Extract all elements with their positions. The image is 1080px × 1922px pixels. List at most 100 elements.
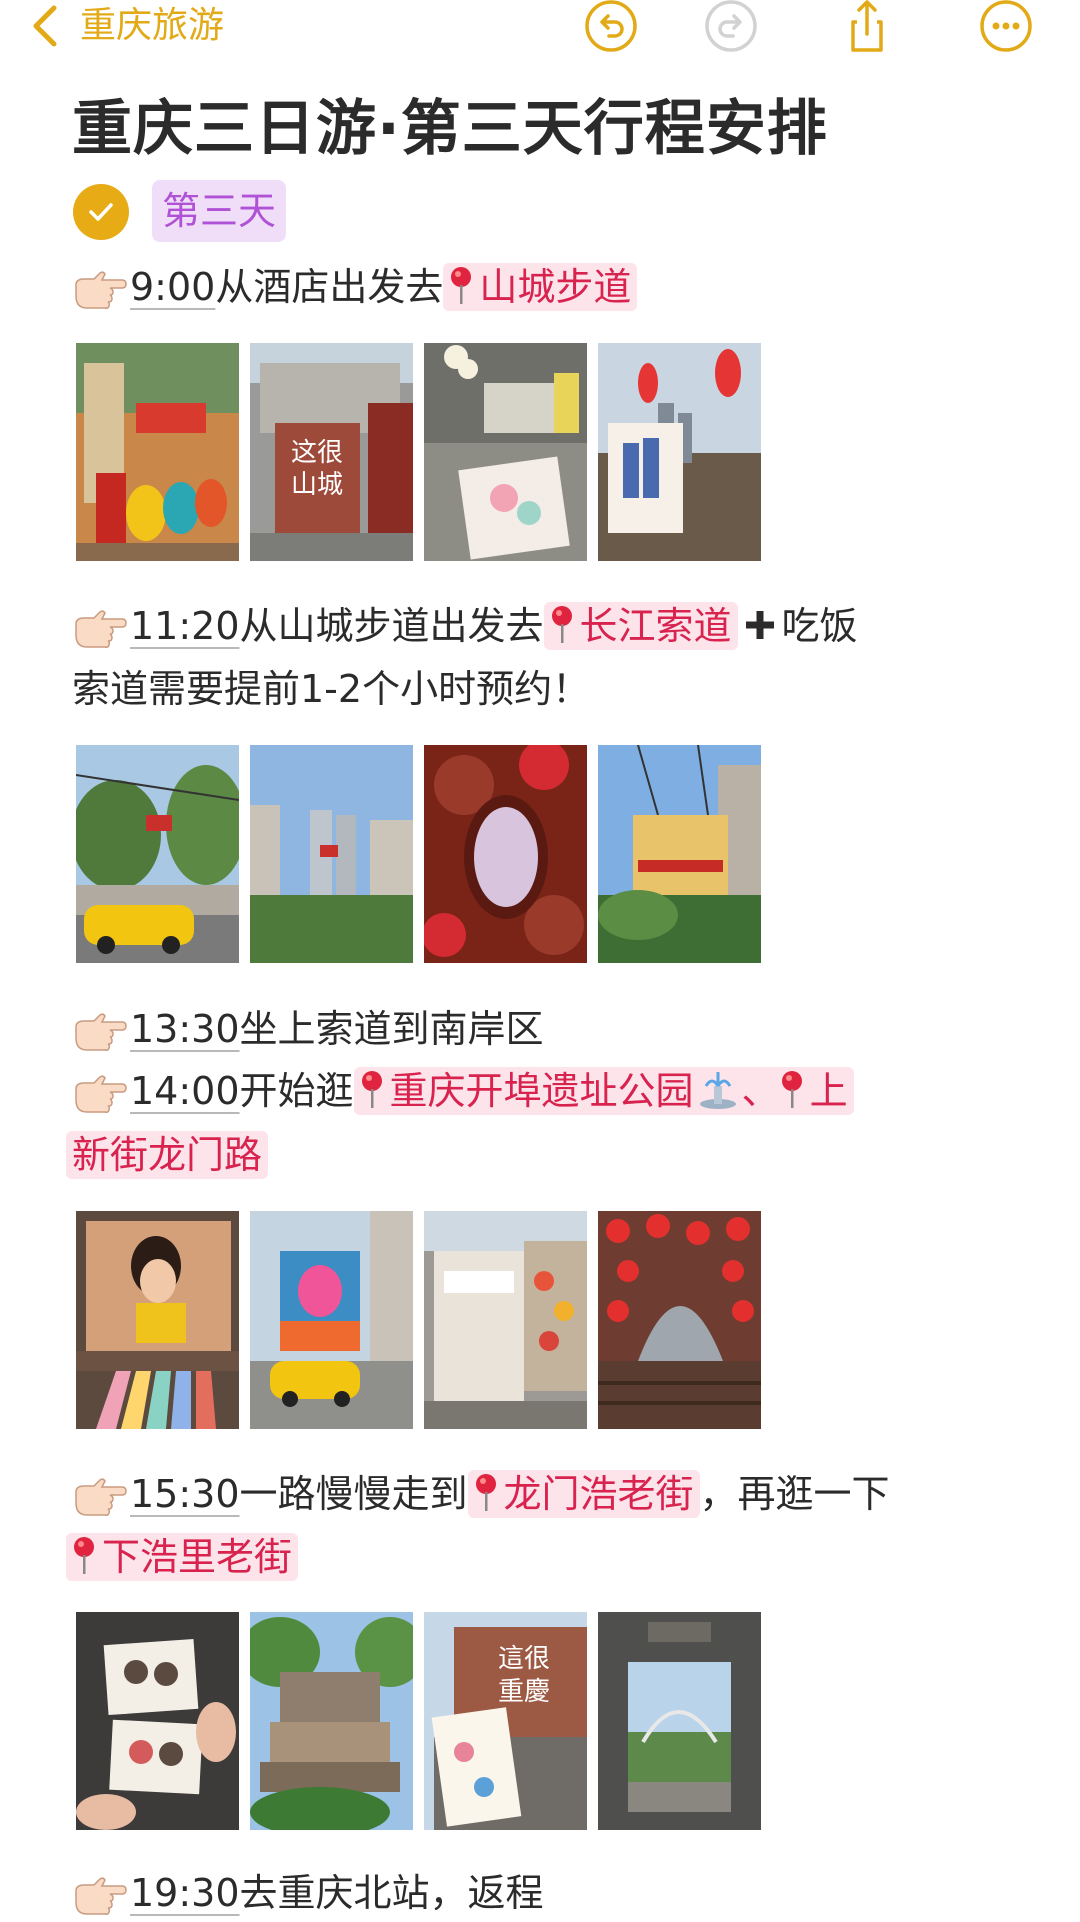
time-label: 9:00 — [130, 265, 216, 309]
photo-thumbnail[interactable] — [598, 1612, 761, 1830]
redo-button[interactable] — [703, 0, 759, 54]
photo-thumbnail[interactable] — [250, 1211, 413, 1429]
sign-text: 這很 — [498, 1644, 550, 1674]
schedule-line-5-cont[interactable]: 下浩里老街 — [66, 1528, 299, 1586]
place-name: 重庆开埠遗址公园 — [389, 1069, 694, 1113]
photo-image — [250, 1612, 413, 1830]
photo-image — [424, 1211, 587, 1429]
more-button[interactable] — [978, 0, 1034, 54]
sign-text: 重慶 — [498, 1677, 550, 1707]
schedule-line-2[interactable]: 11:20从山城步道出发去 长江索道 吃饭 — [72, 597, 858, 655]
sign-text: 这很 — [291, 438, 343, 468]
time-label: 19:30 — [130, 1871, 240, 1915]
schedule-line-4-cont[interactable]: 新街龙门路 — [66, 1126, 269, 1184]
checklist-checkbox[interactable] — [73, 184, 129, 240]
undo-button[interactable] — [583, 0, 639, 54]
photo-thumbnail[interactable] — [250, 745, 413, 963]
separator: 、 — [741, 1069, 780, 1113]
undo-icon — [585, 0, 637, 52]
line-text-mid: ，再逛一下 — [699, 1472, 890, 1516]
place-name: 下浩里老街 — [102, 1535, 293, 1579]
photo-image — [424, 745, 587, 963]
pointing-hand-icon — [75, 609, 127, 648]
photo-thumbnail[interactable] — [598, 745, 761, 963]
line-text: 一路慢慢走到 — [239, 1472, 468, 1516]
photo-thumbnail[interactable] — [76, 343, 239, 561]
photo-thumbnail[interactable] — [598, 343, 761, 561]
photo-image — [250, 1211, 413, 1429]
place-highlight: 长江索道 — [543, 602, 738, 650]
sign-text: 山城 — [291, 470, 343, 500]
map-pin-icon — [781, 1071, 802, 1108]
photo-thumbnail[interactable] — [424, 343, 587, 561]
map-pin-icon — [551, 606, 572, 643]
checkmark-icon — [89, 203, 113, 221]
fountain-icon — [699, 1072, 736, 1109]
map-pin-icon — [475, 1474, 496, 1511]
map-pin-icon — [74, 1537, 94, 1574]
photo-image: 这很山城 — [250, 343, 413, 561]
place-name: 山城步道 — [479, 265, 632, 309]
back-label: 重庆旅游 — [80, 5, 225, 46]
line-text-after: 吃饭 — [781, 604, 858, 648]
time-label: 11:20 — [130, 604, 240, 648]
share-button[interactable] — [839, 0, 895, 54]
place-name: 龙门浩老街 — [503, 1472, 694, 1516]
schedule-line-4[interactable]: 14:00开始逛 重庆开埠遗址公园 、上 — [72, 1062, 854, 1120]
photo-row-1: 这很 山城 — [76, 343, 761, 561]
back-button[interactable]: 重庆旅游 — [28, 2, 224, 50]
photo-thumbnail[interactable]: 这很 山城 — [250, 343, 413, 561]
photo-image — [598, 1211, 761, 1429]
redo-icon — [705, 0, 757, 52]
more-icon — [980, 0, 1032, 52]
place-highlight: 山城步道 — [443, 263, 638, 311]
schedule-line-3[interactable]: 13:30坐上索道到南岸区 — [72, 1000, 544, 1058]
photo-image — [76, 343, 239, 561]
place-highlight: 新街龙门路 — [66, 1131, 269, 1179]
line-text: 去重庆北站，返程 — [239, 1871, 544, 1915]
time-label: 13:30 — [130, 1007, 240, 1051]
photo-image — [250, 745, 413, 963]
photo-thumbnail[interactable] — [76, 745, 239, 963]
chevron-left-icon — [33, 5, 57, 47]
line-text: 从山城步道出发去 — [239, 604, 544, 648]
map-pin-icon — [361, 1071, 382, 1108]
place-name: 上 — [809, 1069, 848, 1113]
photo-thumbnail[interactable] — [250, 1612, 413, 1830]
photo-thumbnail[interactable] — [424, 1211, 587, 1429]
place-highlight: 下浩里老街 — [66, 1533, 299, 1581]
pointing-hand-icon — [75, 1074, 127, 1113]
photo-thumbnail[interactable] — [598, 1211, 761, 1429]
photo-image — [76, 1211, 239, 1429]
place-highlight: 龙门浩老街 — [467, 1470, 700, 1518]
photo-row-3 — [76, 1211, 761, 1429]
time-label: 15:30 — [130, 1472, 240, 1516]
schedule-line-1[interactable]: 9:00从酒店出发去 山城步道 — [72, 258, 638, 316]
photo-image — [424, 343, 587, 561]
nav-bar: 重庆旅游 — [0, 0, 1080, 56]
share-icon — [851, 0, 883, 52]
photo-image — [598, 343, 761, 561]
photo-row-4: 這很 重慶 — [76, 1612, 761, 1830]
line-text: 从酒店出发去 — [215, 265, 444, 309]
day-tag: 第三天 — [152, 180, 287, 242]
time-label: 14:00 — [130, 1069, 240, 1113]
schedule-note[interactable]: 索道需要提前1-2个小时预约！ — [72, 660, 590, 718]
note-title[interactable]: 重庆三日游·第三天行程安排 — [72, 80, 828, 167]
line-text: 坐上索道到南岸区 — [239, 1007, 544, 1051]
pointing-hand-icon — [75, 1477, 127, 1516]
photo-thumbnail[interactable] — [424, 745, 587, 963]
photo-thumbnail[interactable] — [76, 1612, 239, 1830]
line-text: 开始逛 — [239, 1069, 354, 1113]
place-name: 长江索道 — [579, 604, 732, 648]
photo-image — [598, 1612, 761, 1830]
photo-image — [76, 1612, 239, 1830]
photo-thumbnail[interactable] — [76, 1211, 239, 1429]
schedule-line-5[interactable]: 15:30一路慢慢走到 龙门浩老街 ，再逛一下 — [72, 1465, 890, 1523]
place-highlight: 重庆开埠遗址公园 、上 — [353, 1067, 854, 1115]
photo-row-2 — [76, 745, 761, 963]
schedule-line-6[interactable]: 19:30去重庆北站，返程 — [72, 1864, 544, 1922]
photo-thumbnail[interactable]: 這很 重慶 — [424, 1612, 587, 1830]
pointing-hand-icon — [75, 1012, 127, 1051]
pointing-hand-icon — [75, 1876, 127, 1915]
